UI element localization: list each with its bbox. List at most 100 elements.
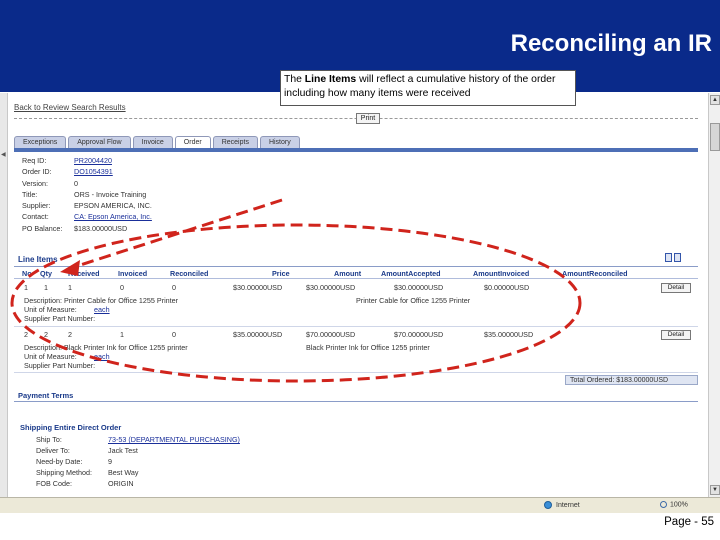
- supplier-value: EPSON AMERICA, INC.: [74, 201, 152, 211]
- line-items-toolbar: [665, 253, 683, 262]
- line-description-right: Black Printer Ink for Office 1255 printe…: [306, 343, 430, 352]
- order-fields: Req ID: PR2004420 Order ID: DO1054391 Vers…: [22, 155, 222, 234]
- tab-exceptions[interactable]: Exceptions: [14, 136, 67, 148]
- field-label: PO Balance:: [22, 223, 63, 233]
- field-row: Supplier: EPSON AMERICA, INC.: [22, 200, 222, 211]
- total-ordered: Total Ordered: $183.00000USD: [565, 375, 698, 385]
- chevron-left-icon[interactable]: ◀: [1, 151, 6, 158]
- detail-button[interactable]: Detail: [661, 283, 691, 293]
- screenshot-window: ◀ ▲ ▼ Back to Review Search Results Prin…: [0, 93, 720, 513]
- zone-label: Internet: [556, 501, 580, 509]
- collapse-icon[interactable]: [674, 253, 681, 262]
- cell-received: 1: [68, 283, 72, 292]
- scroll-up-icon[interactable]: ▲: [710, 95, 720, 105]
- version-value: 0: [74, 178, 78, 188]
- field-label: Version:: [22, 178, 48, 188]
- page-number: Page - 55: [664, 516, 714, 528]
- field-row: Order ID: DO1054391: [22, 166, 222, 177]
- tab-order[interactable]: Order: [174, 136, 211, 148]
- cell-price: $30.00000USD: [233, 283, 283, 292]
- line-description: Description: Printer Cable for Office 12…: [24, 296, 179, 305]
- tab-underline: [14, 148, 698, 152]
- ship-label: Need-by Date:: [36, 457, 83, 466]
- supplier-part-label: Supplier Part Number:: [24, 361, 96, 370]
- uom-link[interactable]: each: [94, 352, 110, 361]
- cell-qty: 2: [44, 330, 48, 339]
- row-divider: [14, 326, 698, 327]
- zoom-icon[interactable]: [660, 501, 667, 508]
- vertical-scrollbar[interactable]: ▲ ▼: [708, 93, 720, 497]
- divider: [14, 278, 698, 279]
- column-header: Received: [68, 269, 100, 278]
- req-id-link[interactable]: PR2004420: [74, 155, 112, 166]
- tab-approval-flow[interactable]: Approval Flow: [68, 136, 131, 148]
- cell-reconciled: 0: [172, 283, 176, 292]
- cell-amount: $30.00000USD: [306, 283, 356, 292]
- po-balance-value: $183.00000USD: [74, 223, 128, 233]
- ship-row: Need-by Date: 9: [36, 457, 296, 466]
- field-row: Req ID: PR2004420: [22, 155, 222, 166]
- deliver-to-value: Jack Test: [108, 446, 138, 455]
- uom-link[interactable]: each: [94, 305, 110, 314]
- ship-label: Ship To:: [36, 435, 62, 444]
- cell-invoiced: 1: [120, 330, 124, 339]
- column-header: Amount: [334, 269, 362, 278]
- cell-qty: 1: [44, 283, 48, 292]
- ship-row: Deliver To: Jack Test: [36, 446, 296, 455]
- callout-prefix: The: [284, 74, 305, 85]
- ship-row: Ship To: 73-53 (DEPARTMENTAL PURCHASING): [36, 435, 296, 444]
- scroll-thumb[interactable]: [710, 123, 720, 151]
- need-by-value: 9: [108, 457, 112, 466]
- row-divider: [14, 372, 698, 373]
- cell-invoiced: 0: [120, 283, 124, 292]
- column-header: AmountReconciled: [562, 269, 628, 278]
- callout-bold: Line Items: [304, 74, 357, 85]
- tab-invoice[interactable]: Invoice: [132, 136, 173, 148]
- line-description: Description: Black Printer Ink for Offic…: [24, 343, 188, 352]
- contact-link[interactable]: CA: Epson America, Inc.: [74, 211, 152, 222]
- column-header: Reconciled: [170, 269, 209, 278]
- line-items-title: Line Items: [18, 255, 58, 264]
- field-label: Req ID:: [22, 156, 47, 165]
- column-header: Qty: [40, 269, 52, 278]
- field-label: Title:: [22, 189, 38, 199]
- cell-reconciled: 0: [172, 330, 176, 339]
- column-header: Invoiced: [118, 269, 148, 278]
- uom-label: Unit of Measure:: [24, 305, 77, 314]
- tab-history[interactable]: History: [259, 136, 300, 148]
- field-label: Supplier:: [22, 201, 51, 211]
- ship-to-link[interactable]: 73-53 (DEPARTMENTAL PURCHASING): [108, 435, 240, 444]
- shipping-method-value: Best Way: [108, 468, 139, 477]
- ship-row: Shipping Method: Best Way: [36, 468, 296, 477]
- field-row: Title: ORS - Invoice Training: [22, 189, 222, 200]
- shipping-title: Shipping Entire Direct Order: [20, 423, 122, 432]
- slide-title: Reconciling an IR: [510, 30, 712, 57]
- field-label: Contact:: [22, 212, 49, 222]
- supplier-part-label: Supplier Part Number:: [24, 314, 96, 323]
- print-button[interactable]: Print: [356, 113, 380, 124]
- cell-no: 1: [24, 283, 28, 292]
- zoom-control[interactable]: 100%: [660, 501, 688, 508]
- cell-amount-invoiced: $35.00000USD: [484, 330, 534, 339]
- payment-terms-title: Payment Terms: [18, 391, 74, 400]
- left-panel-edge: ◀: [0, 93, 8, 513]
- ship-label: FOB Code:: [36, 479, 72, 488]
- scroll-down-icon[interactable]: ▼: [710, 485, 720, 495]
- ship-label: Deliver To:: [36, 446, 70, 455]
- column-header: No: [22, 269, 32, 278]
- uom-label: Unit of Measure:: [24, 352, 77, 361]
- field-row: Contact: CA: Epson America, Inc.: [22, 211, 222, 222]
- field-row: Version: 0: [22, 178, 222, 189]
- zoom-level: 100%: [670, 501, 688, 509]
- tab-receipts[interactable]: Receipts: [212, 136, 258, 148]
- title-value: ORS - Invoice Training: [74, 189, 147, 199]
- column-header: AmountAccepted: [381, 269, 441, 278]
- expand-icon[interactable]: [665, 253, 672, 262]
- tab-bar: Exceptions Approval Flow Invoice Order R…: [14, 136, 302, 148]
- order-id-link[interactable]: DO1054391: [74, 166, 113, 177]
- globe-icon: [544, 501, 552, 509]
- back-to-search-link[interactable]: Back to Review Search Results: [14, 103, 126, 112]
- fob-code-value: ORIGIN: [108, 479, 134, 488]
- detail-button[interactable]: Detail: [661, 330, 691, 340]
- field-row: PO Balance: $183.00000USD: [22, 223, 222, 234]
